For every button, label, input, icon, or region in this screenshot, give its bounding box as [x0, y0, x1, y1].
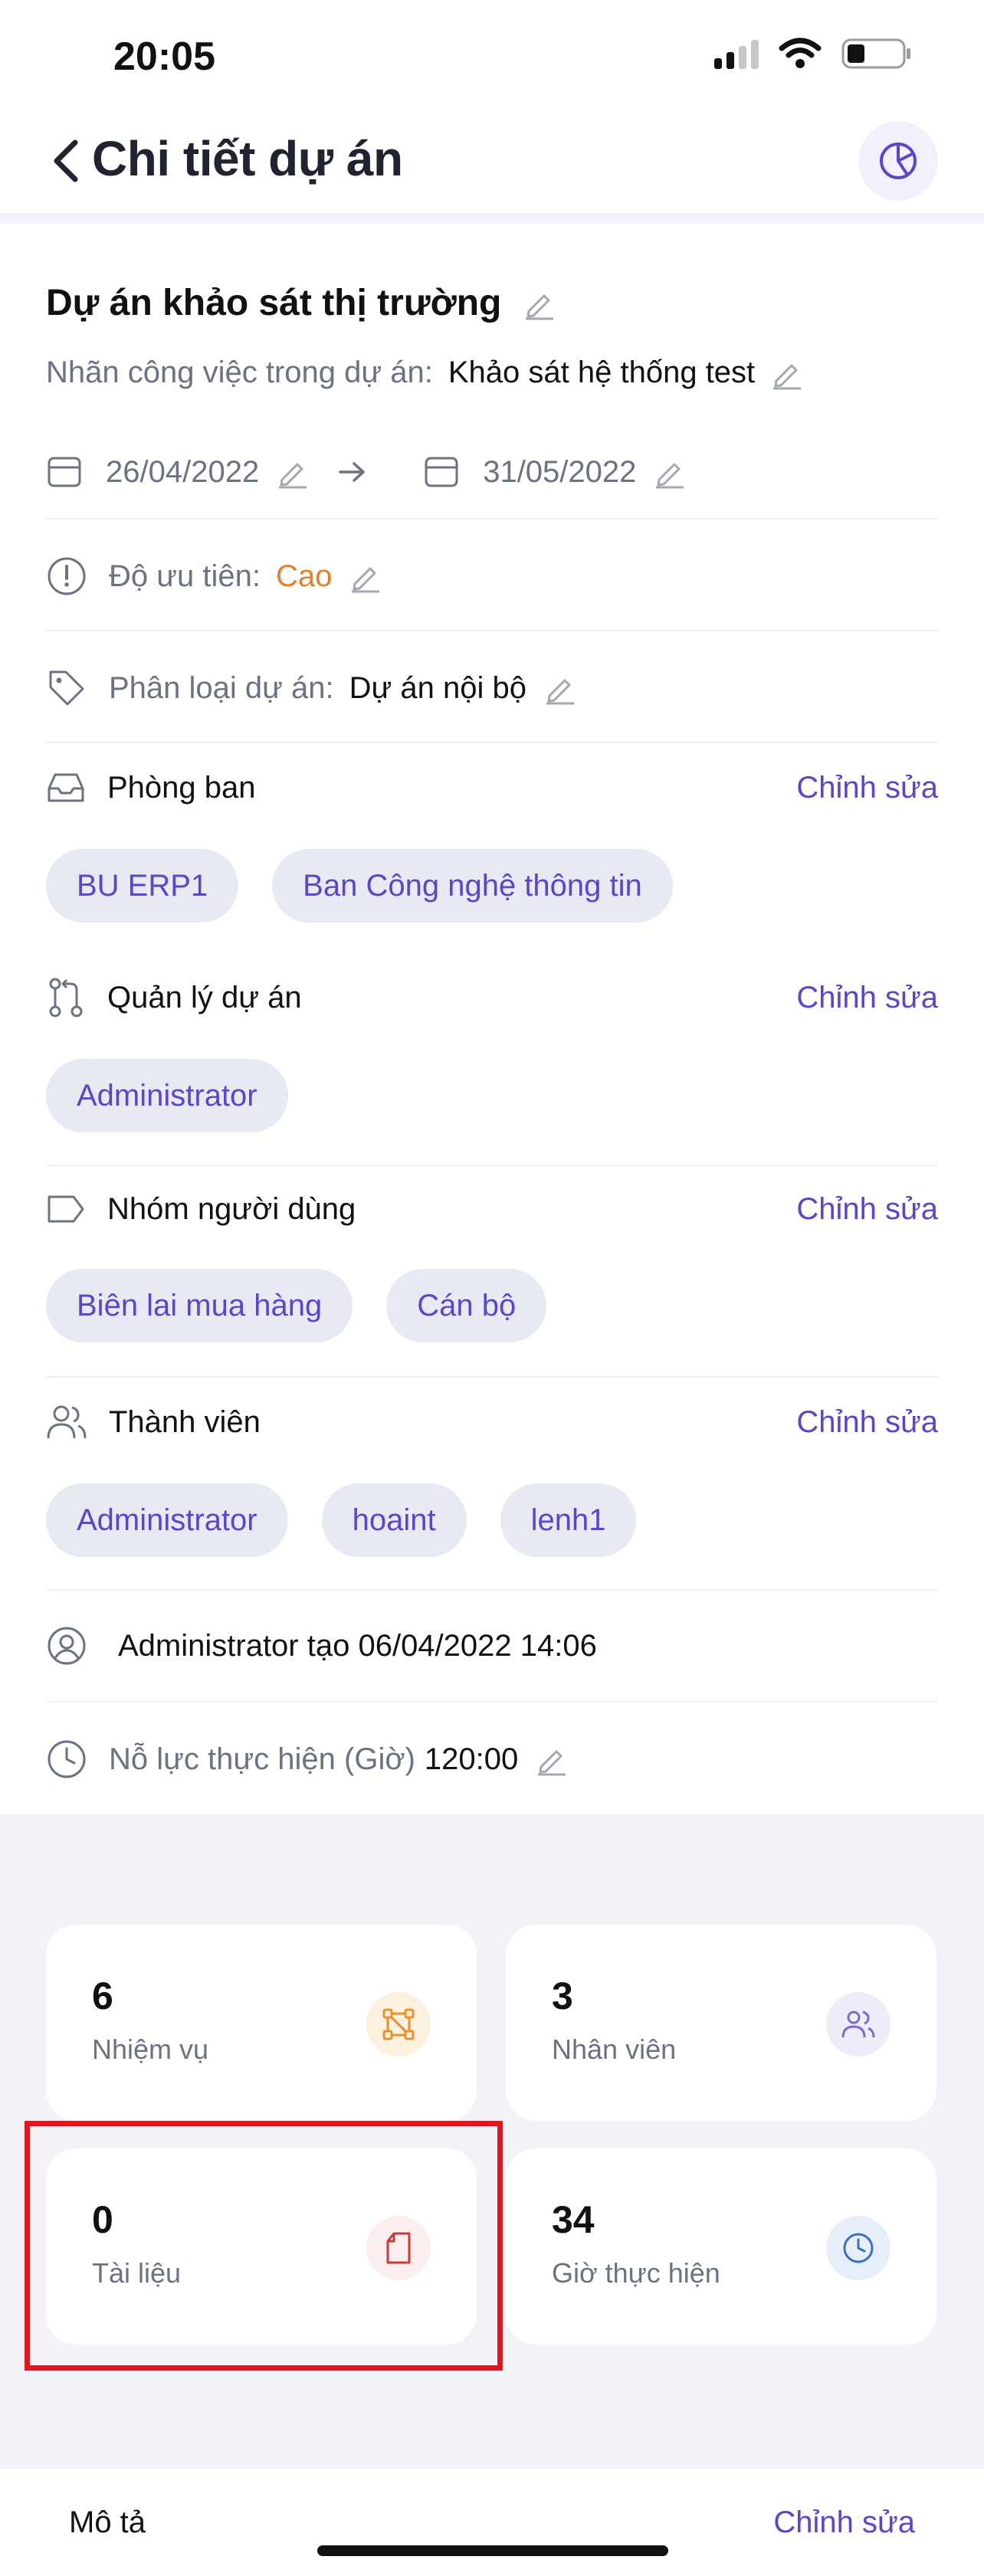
battery-icon: [841, 38, 910, 69]
tag-icon: [49, 670, 84, 706]
department-chip[interactable]: Ban Công nghệ thông tin: [272, 849, 673, 923]
priority-row: Độ ưu tiên: Cao: [46, 553, 382, 599]
priority-caption: Độ ưu tiên:: [109, 559, 261, 593]
tasks-stat-card[interactable]: 6 Nhiệm vụ: [46, 1925, 477, 2121]
departments-chips: BU ERP1 Ban Công nghệ thông tin: [46, 849, 673, 923]
divider: [46, 1165, 938, 1166]
clock-icon: [48, 1740, 86, 1778]
date-range-row: 26/04/2022 31/05/2022: [46, 451, 687, 493]
chevron-left-icon: [54, 139, 78, 182]
user-group-chip[interactable]: Cán bộ: [386, 1269, 547, 1342]
manager-chip[interactable]: Administrator: [46, 1059, 288, 1132]
tasks-count: 6: [92, 1975, 113, 2017]
header-separator: [0, 213, 984, 224]
edit-end-date-pencil-icon[interactable]: [653, 455, 687, 489]
edit-priority-pencil-icon[interactable]: [349, 559, 382, 593]
edit-description-button[interactable]: Chỉnh sửa: [773, 2506, 915, 2540]
managers-title: Quản lý dự án: [107, 980, 302, 1014]
category-row: Phân loại dự án: Dự án nội bộ: [46, 665, 577, 711]
start-date[interactable]: 26/04/2022: [106, 455, 259, 490]
description-bar: Mô tả Chỉnh sửa: [0, 2469, 984, 2576]
users-icon: [47, 1405, 87, 1439]
header: Chi tiết dự án: [0, 107, 984, 215]
alert-circle-icon: [48, 557, 86, 595]
edit-effort-pencil-icon[interactable]: [535, 1742, 569, 1776]
status-bar: 20:05: [0, 0, 984, 107]
edit-members-button[interactable]: Chỉnh sửa: [796, 1405, 938, 1440]
calendar-icon: [425, 457, 458, 487]
label-tag-icon: [48, 1195, 84, 1223]
creator-text: Administrator tạo 06/04/2022 14:06: [118, 1628, 597, 1663]
description-label: Mô tả: [69, 2506, 146, 2539]
user-groups-section-header: Nhóm người dùng Chỉnh sửa: [46, 1186, 938, 1232]
edit-title-pencil-icon[interactable]: [523, 287, 556, 320]
employees-stat-card[interactable]: 3 Nhân viên: [506, 1925, 936, 2121]
effort-row: Nỗ lực thực hiện (Giờ) 120:00: [46, 1736, 569, 1782]
edit-start-date-pencil-icon[interactable]: [276, 455, 310, 489]
divider: [46, 1376, 938, 1378]
priority-value: Cao: [276, 559, 333, 593]
highlight-box: [25, 2121, 503, 2371]
department-chip[interactable]: BU ERP1: [46, 849, 239, 923]
user-groups-chips: Biên lai mua hàng Cán bộ: [46, 1269, 547, 1342]
task-flow-icon: [366, 1992, 431, 2057]
cellular-signal-icon: [714, 38, 759, 69]
inbox-icon: [48, 773, 84, 802]
creator-row: Administrator tạo 06/04/2022 14:06: [46, 1623, 597, 1669]
edit-managers-button[interactable]: Chỉnh sửa: [796, 981, 938, 1015]
status-time: 20:05: [113, 34, 215, 79]
edit-user-groups-button[interactable]: Chỉnh sửa: [796, 1192, 938, 1227]
back-button[interactable]: [43, 138, 89, 184]
hours-count: 34: [552, 2198, 595, 2241]
task-label-value: Khảo sát hệ thống test: [448, 356, 756, 389]
project-title-row: Dự án khảo sát thị trường: [46, 282, 556, 324]
departments-section-header: Phòng ban Chỉnh sửa: [46, 765, 938, 811]
edit-category-pencil-icon[interactable]: [543, 671, 577, 705]
divider: [46, 518, 938, 519]
task-label-row: Nhãn công việc trong dự án: Khảo sát hệ …: [46, 356, 804, 390]
end-date[interactable]: 31/05/2022: [483, 455, 636, 490]
member-chip[interactable]: hoaint: [321, 1483, 467, 1557]
departments-title: Phòng ban: [107, 770, 256, 805]
managers-chips: Administrator: [46, 1059, 288, 1132]
hours-label: Giờ thực hiện: [552, 2257, 720, 2289]
members-chips: Administrator hoaint lenh1: [46, 1483, 637, 1557]
divider: [46, 630, 938, 631]
member-chip[interactable]: Administrator: [46, 1483, 288, 1557]
edit-departments-button[interactable]: Chỉnh sửa: [796, 771, 938, 805]
effort-value: 120:00: [424, 1742, 519, 1776]
clock-icon: [826, 2216, 891, 2280]
pie-chart-icon: [880, 143, 917, 179]
divider: [46, 1701, 938, 1703]
arrow-right-icon: [339, 462, 365, 482]
effort-caption: Nỗ lực thực hiện (Giờ): [109, 1742, 415, 1776]
member-chip[interactable]: lenh1: [500, 1483, 637, 1557]
statistics-button[interactable]: [858, 121, 938, 201]
members-section-header: Thành viên Chỉnh sửa: [46, 1399, 938, 1445]
tasks-label: Nhiệm vụ: [92, 2034, 209, 2065]
user-groups-title: Nhóm người dùng: [107, 1191, 356, 1226]
divider: [46, 1589, 938, 1591]
edit-label-pencil-icon[interactable]: [770, 356, 804, 390]
home-indicator[interactable]: [317, 2545, 668, 2556]
user-group-chip[interactable]: Biên lai mua hàng: [46, 1269, 353, 1342]
category-caption: Phân loại dự án:: [109, 670, 334, 705]
git-pull-request-icon: [49, 978, 83, 1018]
divider: [46, 742, 938, 743]
status-icons: [714, 37, 912, 70]
task-label-caption: Nhãn công việc trong dự án:: [46, 356, 433, 389]
members-title: Thành viên: [109, 1404, 261, 1439]
managers-section-header: Quản lý dự án Chỉnh sửa: [46, 975, 938, 1021]
calendar-icon: [48, 457, 81, 487]
employees-count: 3: [552, 1975, 573, 2017]
project-title: Dự án khảo sát thị trường: [46, 283, 502, 323]
wifi-icon: [779, 38, 822, 68]
user-circle-icon: [48, 1627, 86, 1665]
hours-stat-card[interactable]: 34 Giờ thực hiện: [506, 2148, 936, 2345]
category-value: Dự án nội bộ: [349, 670, 527, 705]
page-title: Chi tiết dự án: [92, 131, 403, 186]
employees-label: Nhân viên: [552, 2034, 677, 2065]
people-icon: [826, 1992, 891, 2057]
